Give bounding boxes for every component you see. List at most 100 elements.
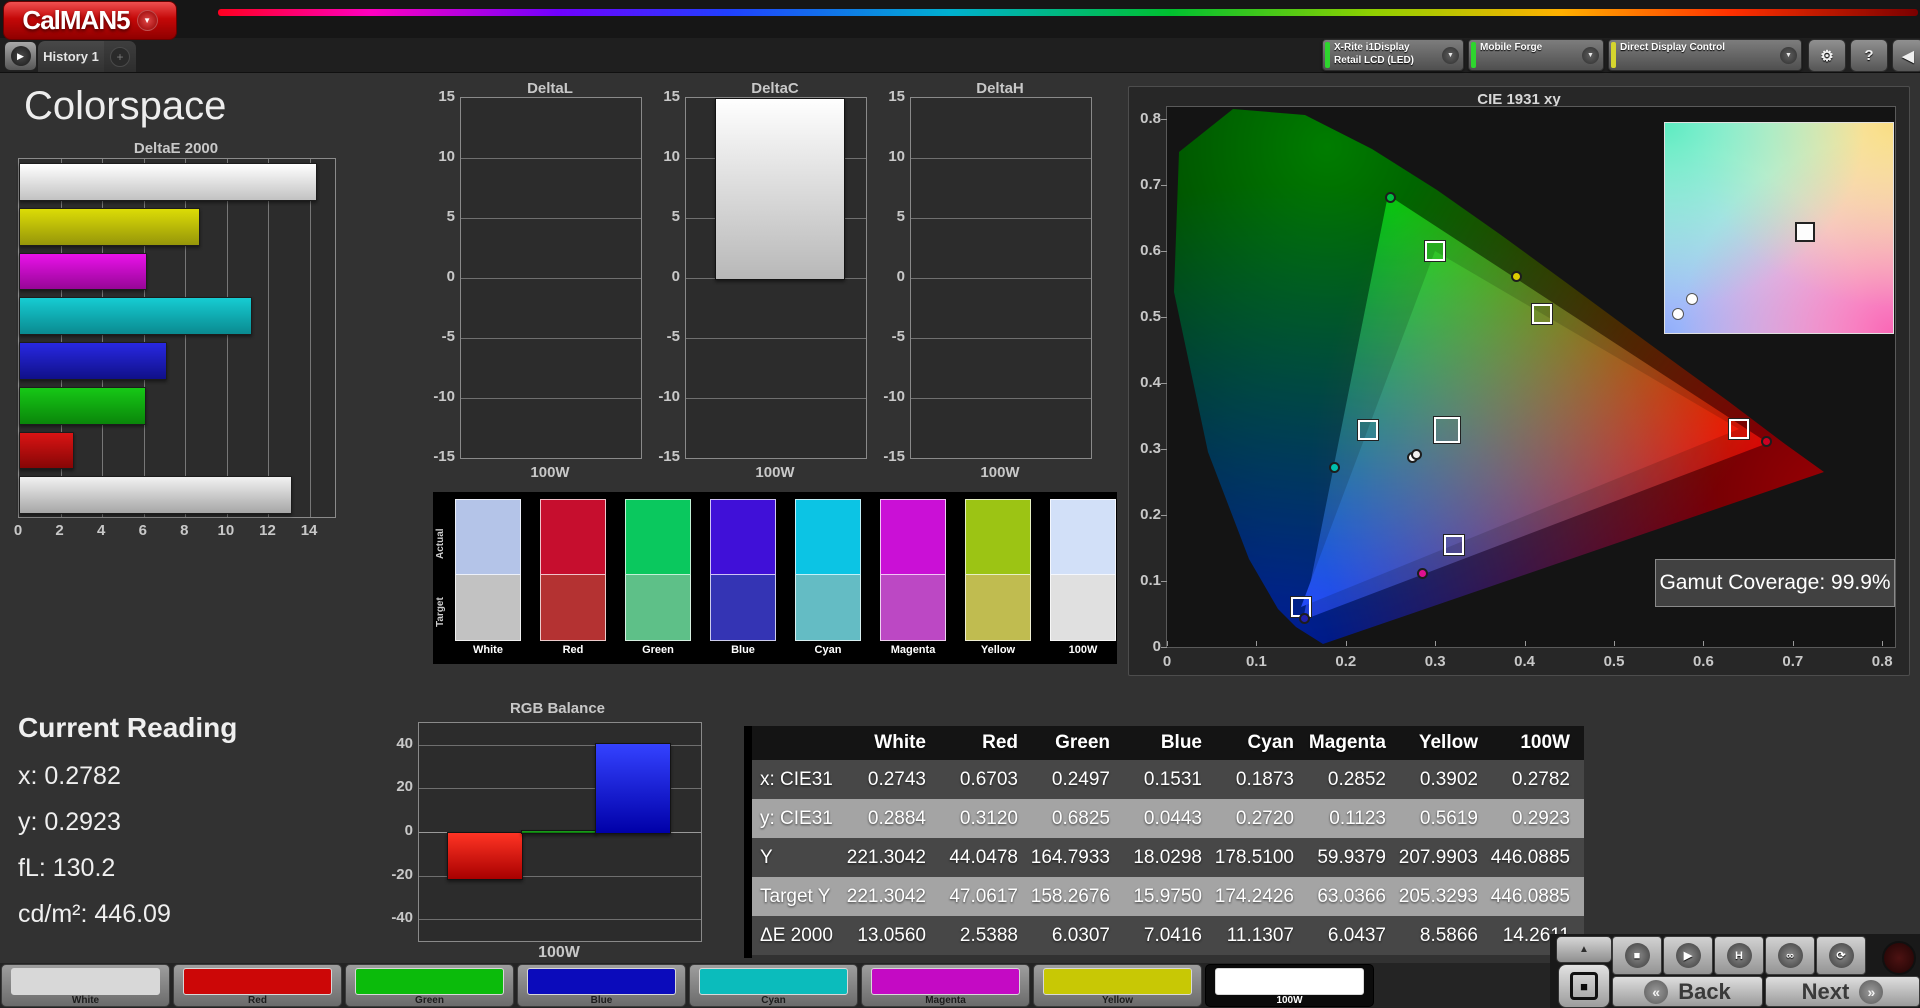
pattern-button-magenta[interactable]: Magenta <box>861 964 1030 1007</box>
y-tick-label: 10 <box>438 148 455 165</box>
pattern-button-100w[interactable]: 100W <box>1205 964 1374 1007</box>
next-button-label: Next <box>1801 978 1850 1004</box>
measured-point-100w <box>1410 449 1422 461</box>
frame-advance-button[interactable]: H <box>1714 936 1764 975</box>
chevron-down-icon[interactable]: ▼ <box>136 10 158 31</box>
status-indicator <box>1471 42 1476 68</box>
dropdown-source[interactable]: Mobile Forge ▼ <box>1468 39 1604 71</box>
deltac-x-label: 100W <box>755 464 795 481</box>
row-label: y: CIE31 <box>760 807 833 829</box>
deltac-chart-title: DeltaC <box>751 80 799 97</box>
x-tick-label: 10 <box>217 522 235 539</box>
dropdown-label: Direct Display Control <box>1620 42 1726 53</box>
table-row: x: CIE31 0.2743 0.6703 0.2497 0.1531 0.1873 0.… <box>752 760 1584 799</box>
chevron-down-icon[interactable]: ▼ <box>1442 47 1459 64</box>
cie-chart-panel: CIE 1931 xy Gamut Coverage: 99.9% 0 0.1 … <box>1128 86 1910 676</box>
pattern-button-cyan[interactable]: Cyan <box>689 964 858 1007</box>
cell-value: 0.2852 <box>1327 768 1386 790</box>
column-header: Blue <box>1160 732 1202 753</box>
pattern-button-blue[interactable]: Blue <box>517 964 686 1007</box>
tick <box>1161 449 1167 450</box>
cell-value: 221.3042 <box>846 885 926 907</box>
gear-icon: ⚙ <box>1820 47 1834 65</box>
column-header: Magenta <box>1308 732 1386 753</box>
collapse-panel-button[interactable]: ◀ <box>1892 39 1920 72</box>
y-tick-label: 0 <box>671 268 680 285</box>
pattern-button-red[interactable]: Red <box>173 964 342 1007</box>
pattern-button-yellow[interactable]: Yellow <box>1033 964 1202 1007</box>
tab-history-1[interactable]: History 1 <box>38 41 104 72</box>
x-tick-label: 0 <box>13 522 23 539</box>
swatch-column-green: Green <box>625 499 691 656</box>
cell-value: 0.2743 <box>867 768 926 790</box>
pattern-button-green[interactable]: Green <box>345 964 514 1007</box>
x-tick-label: 2 <box>55 522 64 539</box>
pattern-button-white[interactable]: White <box>1 964 170 1007</box>
cell-value: 0.6825 <box>1051 807 1110 829</box>
bar-blue <box>19 342 168 380</box>
bar-red <box>19 431 74 470</box>
measured-point-green <box>1385 191 1397 203</box>
y-tick-label: -15 <box>883 448 905 465</box>
gridline <box>911 398 1091 399</box>
gridline <box>911 218 1091 219</box>
bar-100w <box>715 98 845 280</box>
pattern-window-button[interactable]: ■ <box>1558 964 1610 1008</box>
gridline <box>461 398 641 399</box>
target-marker-red <box>1728 418 1751 441</box>
swatch-label: Red <box>562 644 584 656</box>
cell-value: 207.9903 <box>1398 846 1478 868</box>
play-button[interactable]: ▶ <box>1663 936 1713 975</box>
tick <box>1256 641 1258 646</box>
cell-value: 174.2426 <box>1214 885 1294 907</box>
cell-value: 44.0478 <box>949 846 1018 868</box>
next-button[interactable]: Next » <box>1765 976 1920 1007</box>
back-button[interactable]: « Back <box>1612 976 1763 1007</box>
session-play-button[interactable]: ▶ <box>4 41 37 71</box>
actual-swatch <box>965 499 1031 575</box>
tick <box>1161 515 1167 516</box>
help-button[interactable]: ? <box>1850 39 1888 72</box>
deltah-x-label: 100W <box>980 464 1020 481</box>
gridline <box>461 278 641 279</box>
target-swatch <box>710 575 776 641</box>
color-patch <box>355 968 504 995</box>
table-edge <box>744 726 752 958</box>
cell-value: 164.7933 <box>1030 846 1110 868</box>
gridline <box>686 398 866 399</box>
settings-button[interactable]: ⚙ <box>1808 39 1846 72</box>
y-tick-label: -5 <box>666 328 680 345</box>
chevron-down-icon[interactable]: ▼ <box>1780 47 1797 64</box>
cell-value: 59.9379 <box>1317 846 1386 868</box>
pattern-button-label: Blue <box>590 995 613 1006</box>
dropdown-display-control[interactable]: Direct Display Control ▼ <box>1608 39 1802 71</box>
cell-value: 0.1873 <box>1235 768 1294 790</box>
x-tick-label: 14 <box>300 522 318 539</box>
refresh-button[interactable]: ⟳ <box>1816 936 1866 975</box>
add-tab-button[interactable]: + <box>104 41 136 72</box>
stop-button[interactable]: ■ <box>1612 936 1662 975</box>
tick <box>1161 317 1167 318</box>
rgb-balance-chart: 40 20 0 -20 -40 <box>391 722 702 942</box>
cell-value: 178.5100 <box>1214 846 1294 868</box>
app-logo-menu[interactable]: CalMAN5 ▼ <box>3 1 177 40</box>
cell-value: 63.0366 <box>1317 885 1386 907</box>
cell-value: 0.3902 <box>1419 768 1478 790</box>
meter-status-light <box>1882 941 1916 975</box>
target-swatch <box>795 575 861 641</box>
y-tick-label: 0.7 <box>1140 176 1161 193</box>
swatch-column-100w: 100W <box>1050 499 1116 656</box>
target-marker-green <box>1424 240 1447 262</box>
cell-value: 0.6703 <box>959 768 1018 790</box>
chevron-down-icon[interactable]: ▼ <box>1582 47 1599 64</box>
tick <box>1345 641 1347 646</box>
y-tick-label: -15 <box>433 448 455 465</box>
actual-swatch <box>625 499 691 575</box>
panel-expand-button[interactable]: ▲ <box>1556 936 1612 963</box>
cell-value: 0.2497 <box>1051 768 1110 790</box>
x-tick-label: 0.6 <box>1692 653 1714 670</box>
continuous-button[interactable]: ∞ <box>1765 936 1815 975</box>
dropdown-meter[interactable]: X-Rite i1Display Retail LCD (LED) ▼ <box>1322 39 1464 71</box>
chevron-up-icon: ▲ <box>1579 944 1589 955</box>
target-swatch <box>965 575 1031 641</box>
